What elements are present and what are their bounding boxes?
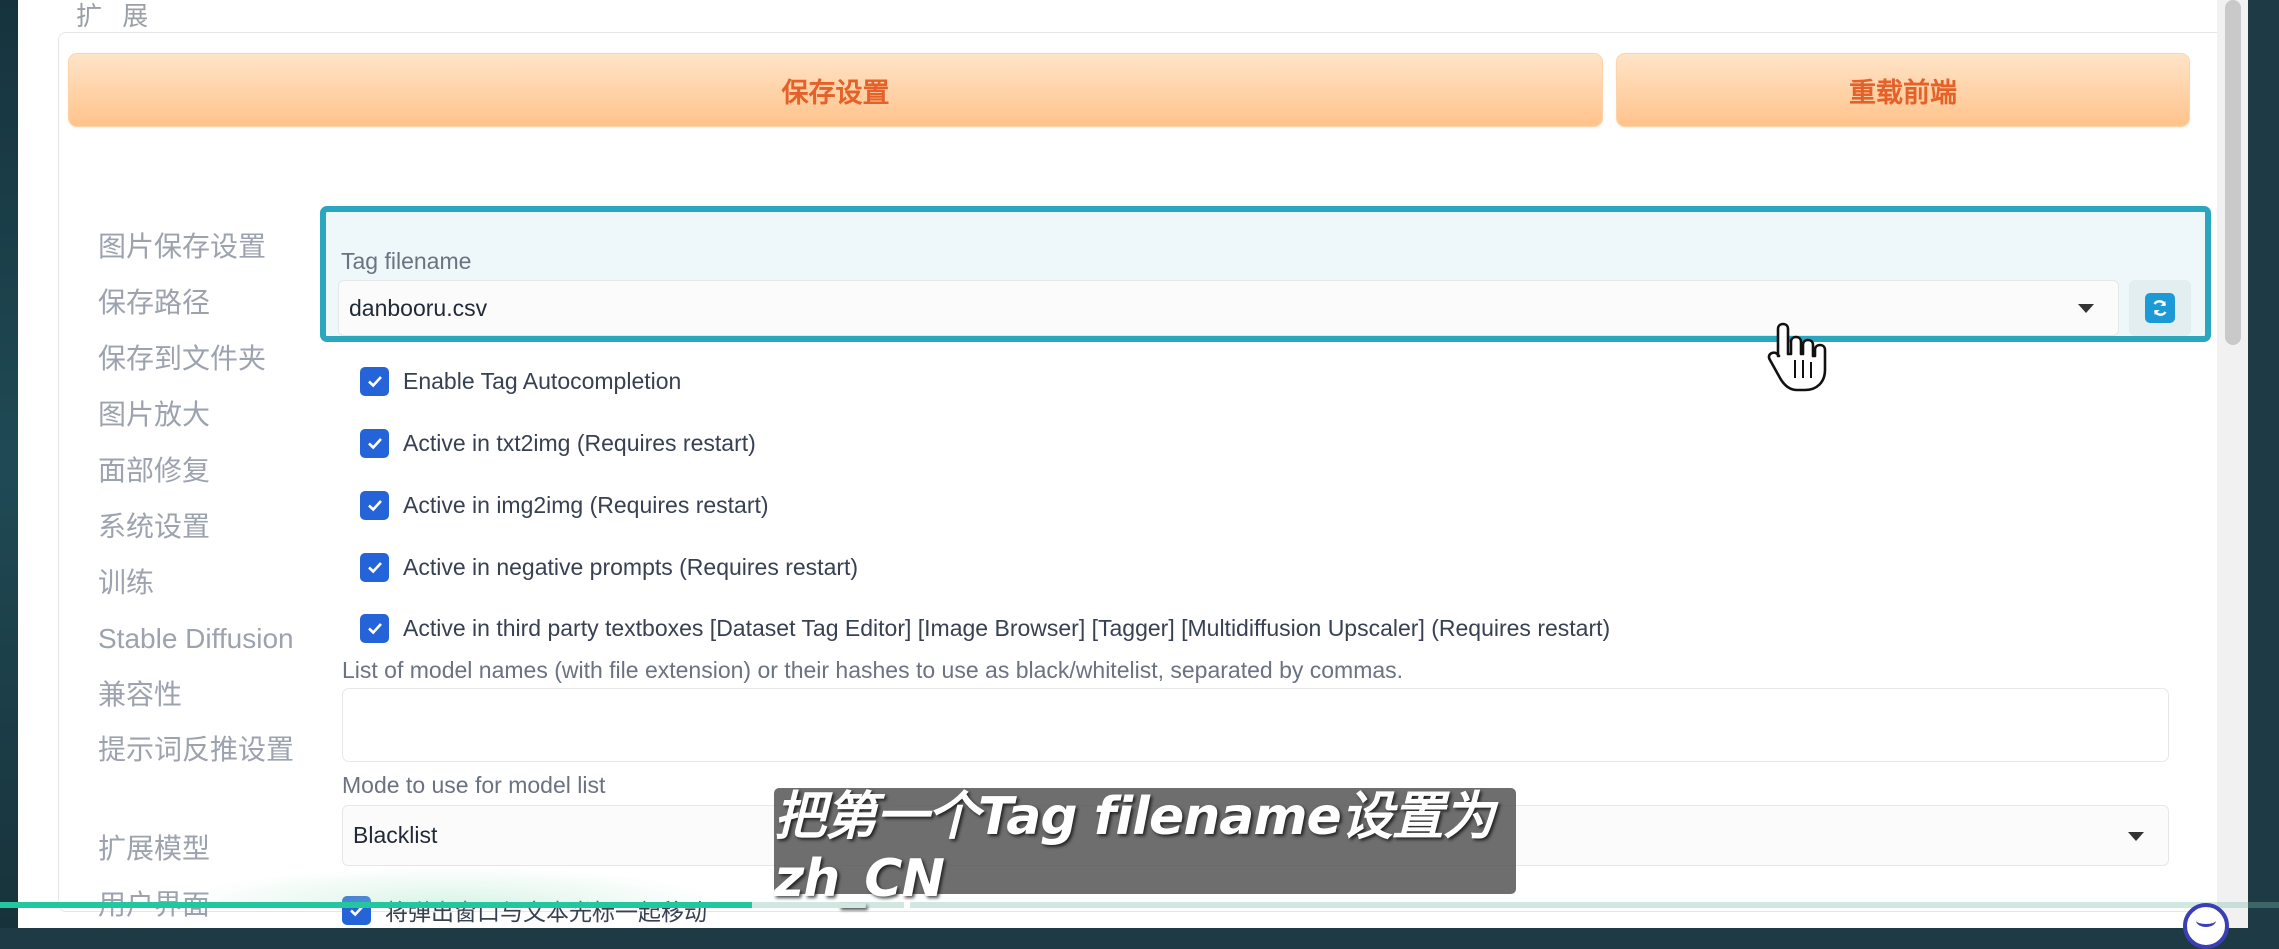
checkbox-label: Active in img2img (Requires restart) [403,491,769,518]
progress-marker [904,900,910,910]
page-scrollbar[interactable] [2217,0,2248,928]
checkbox-active-third-party[interactable]: Active in third party textboxes [Dataset… [360,612,1610,644]
sidebar-item-image-saving[interactable]: 图片保存设置 [98,225,298,281]
tag-filename-group: Tag filename danbooru.csv [320,206,2211,342]
tag-filename-label: Tag filename [341,248,472,274]
checkbox-active-img2img[interactable]: Active in img2img (Requires restart) [360,489,769,521]
sidebar-item-upscaling[interactable]: 图片放大 [98,393,298,449]
desktop-background [0,0,20,928]
checkbox-active-txt2img[interactable]: Active in txt2img (Requires restart) [360,427,756,459]
settings-sidebar: 图片保存设置 保存路径 保存到文件夹 图片放大 面部修复 系统设置 训练 Sta… [98,225,298,939]
mode-value: Blacklist [353,822,438,848]
checkbox-label: Active in third party textboxes [Dataset… [403,614,1611,641]
checkbox-checked-icon[interactable] [360,428,389,458]
chevron-down-icon [2078,304,2094,313]
checkbox-active-negative-prompts[interactable]: Active in negative prompts (Requires res… [360,551,858,583]
sidebar-item-training[interactable]: 训练 [98,561,298,617]
reload-ui-button[interactable]: 重载前端 [1616,53,2190,127]
checkbox-enable-autocomplete[interactable]: Enable Tag Autocompletion [360,365,681,397]
checkbox-checked-icon[interactable] [360,552,389,582]
sidebar-item-save-paths[interactable]: 保存路径 [98,281,298,337]
sidebar-item-stable-diffusion[interactable]: Stable Diffusion [98,617,298,673]
chevron-down-icon [2128,831,2144,841]
tag-filename-value: danbooru.csv [349,294,488,321]
mode-label: Mode to use for model list [342,772,606,798]
checkbox-label: Active in txt2img (Requires restart) [403,429,756,456]
model-list-label: List of model names (with file extension… [342,657,1404,683]
video-subtitle: 把第一个Tag filename设置为zh_CN [774,787,1516,909]
model-list-input[interactable] [342,688,2169,762]
refresh-icon [2145,293,2175,323]
checkbox-checked-icon[interactable] [360,613,389,643]
sidebar-item-save-to-folder[interactable]: 保存到文件夹 [98,337,298,393]
scrollbar-thumb[interactable] [2225,0,2241,345]
section-caption: 扩 展 [76,2,155,32]
sidebar-item-system[interactable]: 系统设置 [98,505,298,561]
decorative-wave [170,866,730,906]
checkbox-label: Active in negative prompts (Requires res… [403,553,859,580]
checkbox-checked-icon[interactable] [360,490,389,520]
refresh-tag-files-button[interactable] [2129,280,2191,336]
sidebar-item-interrogate[interactable]: 提示词反推设置 [98,729,298,827]
subtitle-text: 把第一个Tag filename设置为zh_CN [774,786,1495,909]
video-progress-fill [0,902,753,908]
save-settings-button[interactable]: 保存设置 [68,53,1603,127]
hand-pointer-icon [1767,320,1827,397]
avatar[interactable] [2183,903,2229,949]
checkbox-label: Enable Tag Autocompletion [403,367,682,394]
sidebar-item-face-restoration[interactable]: 面部修复 [98,449,298,505]
checkbox-checked-icon[interactable] [360,366,389,396]
tag-filename-dropdown[interactable]: danbooru.csv [338,280,2119,336]
sidebar-item-compatibility[interactable]: 兼容性 [98,673,298,729]
